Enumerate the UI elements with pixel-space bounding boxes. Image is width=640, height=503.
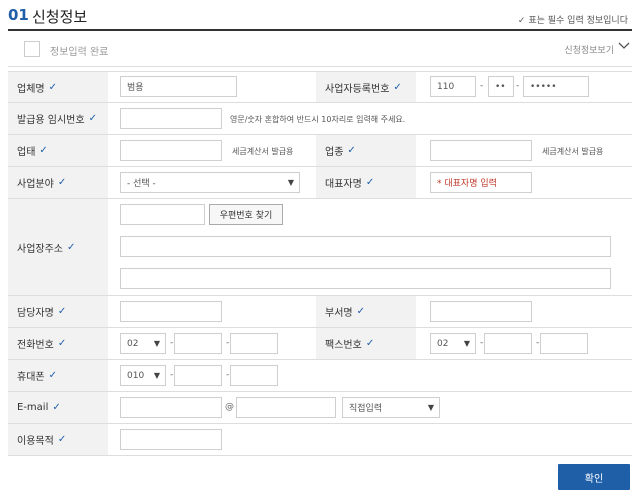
phone-area-select[interactable]: 02 ▼ — [120, 333, 166, 354]
info-complete-label: 정보입력 완료 — [50, 47, 109, 58]
dash: - — [480, 81, 484, 91]
business-field-label: 사업분야 ✓ — [8, 167, 108, 198]
address-line2-input[interactable] — [120, 268, 611, 289]
department-label: 부서명 ✓ — [316, 296, 416, 327]
application-form: 업체명 ✓ 범용 사업자등록번호 ✓ 110 - •• - ••••• 발급용 임시… — [8, 71, 632, 456]
fax-last-input[interactable] — [540, 333, 588, 354]
check-icon: ✓ — [365, 338, 375, 349]
mobile-mid-input[interactable] — [174, 365, 222, 386]
phone-mid-input[interactable] — [174, 333, 222, 354]
dropdown-arrow-icon: ▼ — [427, 403, 434, 412]
business-type-label: 업태 ✓ — [8, 135, 108, 166]
section-number: 01 — [8, 6, 29, 24]
address-label: 사업장주소 ✓ — [8, 199, 108, 295]
form-row: 업체명 ✓ 범용 사업자등록번호 ✓ 110 - •• - ••••• — [8, 72, 632, 103]
check-icon: ✓ — [67, 241, 76, 253]
company-name-input[interactable]: 범용 — [120, 76, 237, 97]
form-row: E-mail ✓ @ 직접입력 ▼ — [8, 392, 632, 424]
required-note: ✓ 표는 필수 입력 정보입니다 — [517, 16, 628, 26]
dropdown-arrow-icon: ▼ — [153, 371, 160, 380]
phone-last-input[interactable] — [230, 333, 278, 354]
form-row: 업태 ✓ 세금계산서 발급용 업종 ✓ 세금계산서 발급용 — [8, 135, 632, 167]
address-line1-input[interactable] — [120, 236, 611, 257]
check-icon: ✓ — [365, 177, 375, 188]
check-icon: ✓ — [393, 81, 402, 93]
business-type-hint: 세금계산서 발급용 — [232, 147, 294, 156]
dash: - — [516, 81, 520, 91]
check-icon: ✓ — [57, 177, 67, 188]
temp-number-input[interactable] — [120, 108, 222, 129]
chevron-down-icon[interactable] — [618, 41, 630, 51]
info-complete-bar: 정보입력 완료 신청정보보기 — [8, 33, 632, 67]
form-row: 담당자명 ✓ 부서명 ✓ — [8, 296, 632, 328]
form-row: 사업장주소 ✓ 우편번호 찾기 — [8, 199, 632, 296]
dash: - — [170, 338, 174, 348]
check-icon: ✓ — [52, 402, 61, 413]
form-row: 이용목적 ✓ — [8, 424, 632, 456]
zipcode-input[interactable] — [120, 204, 205, 225]
confirm-button[interactable]: 확인 — [558, 464, 630, 490]
form-row: 전화번호 ✓ 02 ▼ - - 팩스번호 ✓ 02 ▼ - - — [8, 328, 632, 360]
mobile-last-input[interactable] — [230, 365, 278, 386]
temp-number-hint: 영문/숫자 혼합하여 반드시 10자리로 입력해 주세요. — [230, 115, 406, 124]
business-item-hint: 세금계산서 발급용 — [542, 147, 604, 156]
check-icon: ✓ — [356, 306, 365, 317]
business-reg-label: 사업자등록번호 ✓ — [316, 72, 416, 102]
business-type-input[interactable] — [120, 140, 222, 161]
purpose-input[interactable] — [120, 429, 222, 450]
business-item-label: 업종 ✓ — [316, 135, 416, 166]
dash: - — [226, 338, 230, 348]
dash: - — [226, 370, 230, 380]
check-icon: ✓ — [48, 370, 57, 381]
fax-mid-input[interactable] — [484, 333, 532, 354]
check-icon: ✓ — [57, 338, 67, 349]
info-complete-checkbox[interactable] — [24, 41, 40, 57]
dropdown-arrow-icon: ▼ — [463, 339, 470, 348]
email-domain-select[interactable]: 직접입력 ▼ — [342, 397, 440, 418]
form-row: 휴대폰 ✓ 010 ▼ - - — [8, 360, 632, 392]
check-icon: ✓ — [39, 145, 48, 156]
dash: - — [480, 338, 484, 348]
manager-name-label: 담당자명 ✓ — [8, 296, 108, 327]
business-item-input[interactable] — [430, 140, 532, 161]
form-row: 사업분야 ✓ - 선택 - ▼ 대표자명 ✓ * 대표자명 입력 — [8, 167, 632, 199]
email-id-input[interactable] — [120, 397, 222, 418]
at-sign: @ — [225, 402, 234, 412]
check-icon: ✓ — [57, 434, 67, 445]
check-icon: ✓ — [88, 113, 97, 124]
business-reg-part2-input[interactable]: •• — [488, 76, 514, 97]
department-input[interactable] — [430, 301, 532, 322]
ceo-name-label: 대표자명 ✓ — [316, 167, 416, 198]
dropdown-arrow-icon: ▼ — [287, 178, 294, 187]
form-row: 발급용 임시번호 ✓ 영문/숫자 혼합하여 반드시 10자리로 입력해 주세요. — [8, 103, 632, 135]
check-icon: ✓ — [48, 81, 57, 93]
check-icon: ✓ — [57, 306, 67, 317]
business-reg-part1-input[interactable]: 110 — [430, 76, 476, 97]
dropdown-arrow-icon: ▼ — [153, 339, 160, 348]
manager-name-input[interactable] — [120, 301, 222, 322]
find-zipcode-button[interactable]: 우편번호 찾기 — [209, 204, 283, 225]
mobile-prefix-select[interactable]: 010 ▼ — [120, 365, 166, 386]
temp-number-label: 발급용 임시번호 ✓ — [8, 103, 108, 134]
view-application-toggle[interactable]: 신청정보보기 — [564, 43, 614, 56]
phone-label: 전화번호 ✓ — [8, 328, 108, 359]
mobile-label: 휴대폰 ✓ — [8, 360, 108, 391]
ceo-name-input[interactable]: * 대표자명 입력 — [430, 172, 532, 193]
check-icon: ✓ — [347, 145, 356, 156]
dash: - — [536, 338, 540, 348]
fax-area-select[interactable]: 02 ▼ — [430, 333, 476, 354]
email-domain-input[interactable] — [236, 397, 336, 418]
section-header: 01 신청정보 ✓ 표는 필수 입력 정보입니다 — [8, 4, 632, 31]
section-title: 신청정보 — [32, 8, 88, 26]
business-reg-part3-input[interactable]: ••••• — [523, 76, 589, 97]
fax-label: 팩스번호 ✓ — [316, 328, 416, 359]
company-name-label: 업체명 ✓ — [8, 72, 108, 102]
business-field-select[interactable]: - 선택 - ▼ — [120, 172, 300, 193]
email-label: E-mail ✓ — [8, 392, 108, 423]
dash: - — [170, 370, 174, 380]
purpose-label: 이용목적 ✓ — [8, 424, 108, 455]
